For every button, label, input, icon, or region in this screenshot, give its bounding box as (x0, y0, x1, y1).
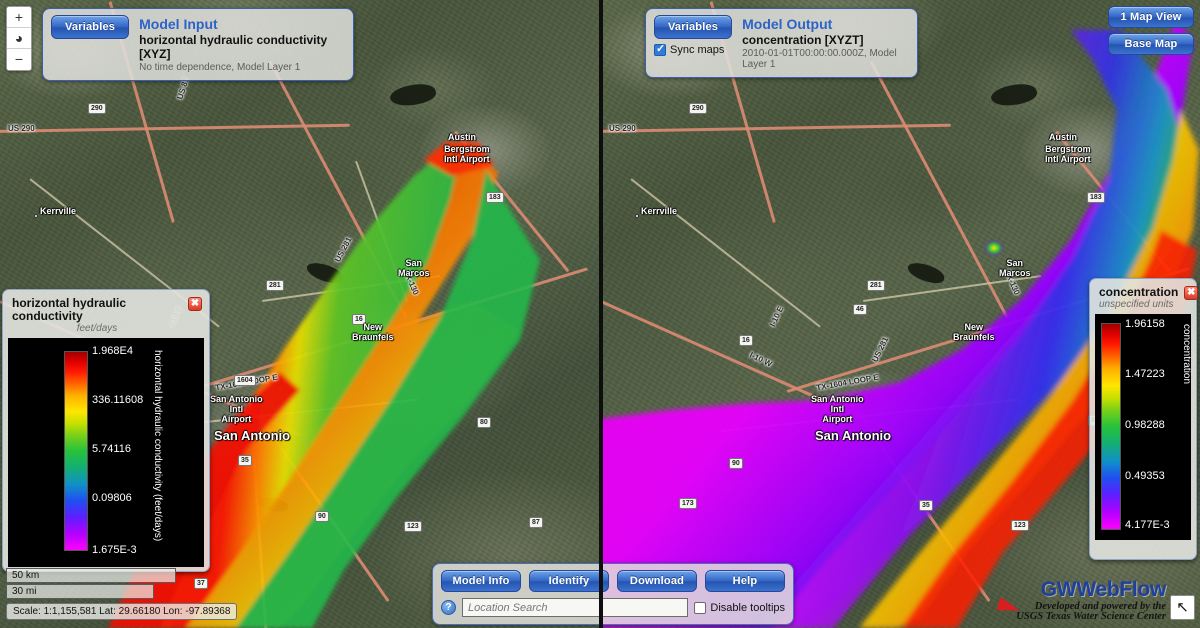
variables-button-right[interactable]: Variables (654, 15, 733, 39)
shield-80: 80 (477, 417, 491, 428)
shield-16-right: 16 (739, 335, 753, 346)
shield-90: 90 (315, 511, 329, 522)
city-label-new-braunfels-right: New Braunfels (953, 322, 995, 342)
shield-290: 290 (88, 103, 106, 114)
city-label-san-antonio-airport-right: San Antonio Intl Airport (811, 394, 864, 424)
legend-tick-right-0: 1.96158 (1125, 318, 1165, 330)
shield-35-right: 35 (919, 500, 933, 511)
scale-km: 50 km (6, 568, 176, 583)
map-scale-bar: 50 km 30 mi (6, 568, 176, 600)
model-input-variable: horizontal hydraulic conductivity [XYZ] (139, 33, 328, 61)
location-search-input[interactable] (462, 598, 689, 617)
model-input-header-panel: Variables Model Input horizontal hydraul… (42, 8, 354, 81)
map-mode-buttons: 1 Map View Base Map (1108, 6, 1194, 55)
legend-tick-right-4: 4.177E-3 (1125, 519, 1170, 531)
shield-123-right: 123 (1011, 520, 1029, 531)
base-map-button[interactable]: Base Map (1108, 33, 1194, 55)
legend-tick-left-2: 5.74116 (92, 443, 131, 455)
zoom-out-button[interactable]: − (7, 49, 31, 70)
map-pane-divider (599, 0, 603, 628)
legend-units-right: unspecified units (1099, 299, 1174, 310)
scale-mi: 30 mi (6, 584, 154, 599)
city-label-austin: Austin (448, 132, 476, 142)
city-dot-kerrville-right (635, 214, 639, 218)
shield-183: 183 (486, 192, 504, 203)
city-label-bergstrom-airport-right: Bergstrom Intl Airport (1045, 144, 1091, 164)
legend-tick-left-1: 336.11608 (92, 394, 144, 406)
shield-183-right: 183 (1087, 192, 1105, 203)
model-output-title: Model Output (742, 16, 833, 32)
model-input-subtitle: No time dependence, Model Layer 1 (139, 62, 301, 73)
colorbar-right (1101, 323, 1121, 530)
legend-title-left: horizontal hydraulic conductivity (12, 296, 127, 323)
disable-tooltips-label: Disable tooltips (710, 601, 785, 614)
download-button[interactable]: Download (617, 570, 697, 592)
help-question-icon[interactable]: ? (441, 600, 456, 615)
bottom-toolbar: Model Info Identify Download Help ? Disa… (432, 563, 794, 625)
legend-concentration[interactable]: concentration unspecified units ✖ 1.9615… (1089, 278, 1199, 560)
legend-hydraulic-conductivity[interactable]: horizontal hydraulic conductivity feet/d… (2, 289, 210, 572)
model-info-button[interactable]: Model Info (441, 570, 521, 592)
city-label-new-braunfels: New Braunfels (352, 322, 394, 342)
sync-maps-row[interactable]: Sync maps (654, 42, 725, 56)
shield-37: 37 (194, 578, 208, 589)
legend-close-icon-right[interactable]: ✖ (1184, 286, 1199, 300)
model-input-title: Model Input (139, 16, 218, 32)
shield-1604: 1604 (234, 375, 256, 386)
variables-button-left[interactable]: Variables (51, 15, 130, 39)
legend-axis-label-left: horizontal hydraulic conductivity (feet/… (152, 350, 163, 542)
brand-name: GWWebFlow (1040, 578, 1167, 601)
status-bar: Scale: 1:1,155,581 Lat: 29.66180 Lon: -9… (6, 603, 238, 620)
identify-button[interactable]: Identify (529, 570, 609, 592)
shield-90-right: 90 (729, 458, 743, 469)
city-label-san-marcos: San Marcos (398, 258, 430, 278)
road-label-us-290-right: US 290 (609, 124, 636, 133)
help-button[interactable]: Help (705, 570, 785, 592)
brand-block: GWWebFlow Developed and powered by the U… (996, 578, 1167, 622)
legend-tick-right-2: 0.98288 (1125, 419, 1165, 431)
disable-tooltips-checkbox[interactable] (694, 601, 707, 614)
city-label-austin-right: Austin (1049, 132, 1077, 142)
legend-tick-left-0: 1.968E4 (92, 345, 133, 357)
shield-123: 123 (404, 521, 422, 532)
city-label-san-antonio-right: San Antonio (815, 428, 892, 443)
gwwebflow-application: US 290 US 87 I-10 W US 281 TX-1604 LOOP … (0, 0, 1200, 628)
disable-tooltips-row[interactable]: Disable tooltips (694, 601, 785, 614)
legend-tick-right-3: 0.49353 (1125, 470, 1165, 482)
model-output-variable: concentration [XYZT] (742, 33, 864, 47)
city-dot-kerrville (34, 214, 38, 218)
model-output-subtitle: 2010-01-01T00:00:00.000Z, Model Layer 1 (742, 48, 897, 70)
legend-tick-right-1: 1.47223 (1125, 368, 1165, 380)
shield-173-right: 173 (679, 498, 697, 509)
legend-tick-left-4: 1.675E-3 (92, 544, 137, 556)
city-label-bergstrom-airport: Bergstrom Intl Airport (444, 144, 490, 164)
road-label-us-290: US 290 (8, 124, 35, 133)
shield-87: 87 (529, 517, 543, 528)
city-label-san-antonio-airport: San Antonio Intl Airport (210, 394, 263, 424)
city-label-san-marcos-right: San Marcos (999, 258, 1031, 278)
city-label-san-antonio: San Antonio (214, 428, 291, 443)
legend-axis-label-right: concentration (1181, 324, 1192, 385)
zoom-control[interactable]: + ◕ − (6, 6, 32, 71)
legend-title-right: concentration (1099, 285, 1179, 299)
sync-maps-label: Sync maps (670, 44, 725, 56)
pointer-tool-button[interactable]: ↖ (1170, 595, 1195, 620)
legend-tick-left-3: 0.09806 (92, 492, 132, 504)
city-label-kerrville-right: Kerrville (641, 206, 678, 216)
zoom-in-button[interactable]: + (7, 7, 31, 28)
shield-35: 35 (238, 455, 252, 466)
globe-reset-icon[interactable]: ◕ (7, 28, 31, 49)
colorbar-left (64, 351, 88, 551)
legend-units-left: feet/days (76, 323, 118, 334)
brand-tagline-line2: USGS Texas Water Science Center (1016, 611, 1166, 622)
shield-290-right: 290 (689, 103, 707, 114)
map-view-button[interactable]: 1 Map View (1108, 6, 1194, 28)
shield-281: 281 (266, 280, 284, 291)
sync-maps-checkbox[interactable] (654, 42, 666, 56)
model-output-header-panel: Variables Sync maps Model Output concent… (645, 8, 918, 78)
legend-close-icon-left[interactable]: ✖ (188, 297, 202, 311)
shield-281-right: 281 (867, 280, 885, 291)
shield-46-right: 46 (853, 304, 867, 315)
city-label-kerrville: Kerrville (40, 206, 77, 216)
